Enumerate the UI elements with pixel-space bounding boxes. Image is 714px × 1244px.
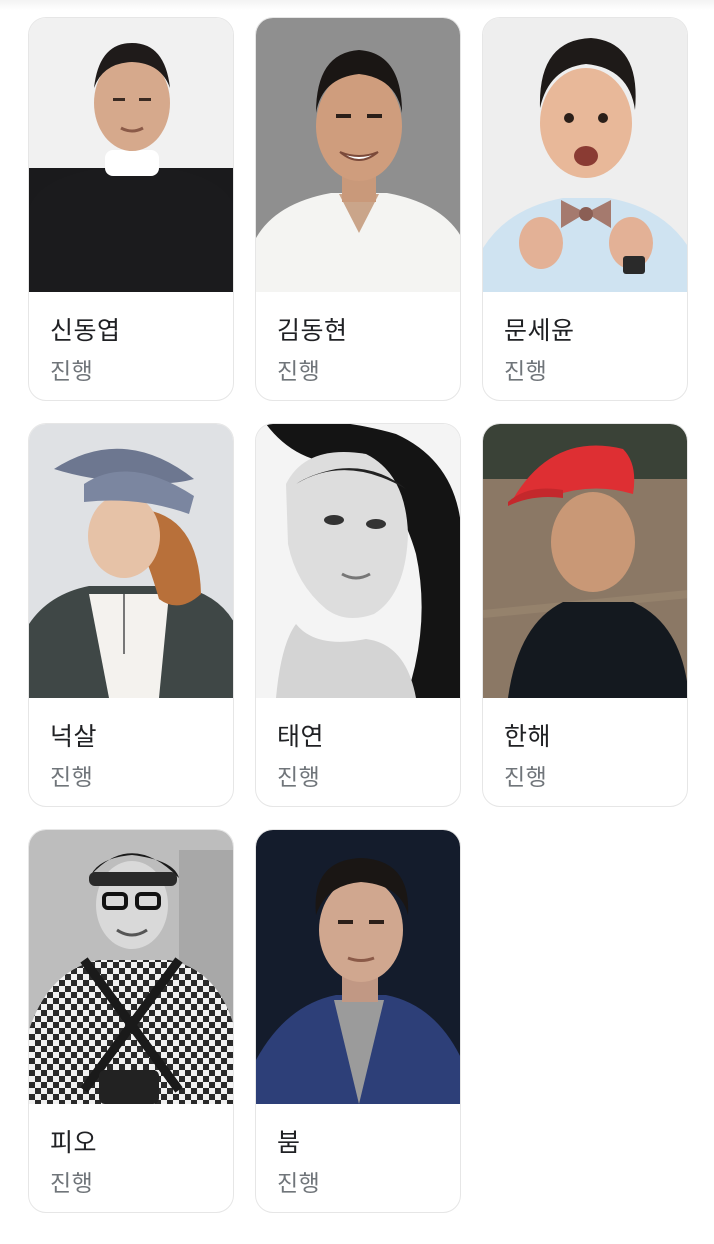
cast-card[interactable]: 신동엽 진행 <box>28 17 234 401</box>
cast-role: 진행 <box>50 359 94 385</box>
cast-name: 신동엽 <box>50 316 121 345</box>
cast-photo[interactable] <box>256 18 460 292</box>
cast-name: 붐 <box>277 1128 301 1157</box>
cast-role: 진행 <box>50 765 94 791</box>
top-divider <box>0 0 714 10</box>
cast-name: 넉살 <box>50 722 98 751</box>
cast-photo[interactable] <box>29 424 233 698</box>
cast-role: 진행 <box>504 765 548 791</box>
cast-name: 한해 <box>504 722 552 751</box>
cast-name: 김동현 <box>277 316 348 345</box>
cast-photo[interactable] <box>483 424 687 698</box>
cast-role: 진행 <box>277 359 321 385</box>
cast-card[interactable]: 피오 진행 <box>28 829 234 1213</box>
cast-card[interactable]: 넉살 진행 <box>28 423 234 807</box>
cast-card[interactable]: 태연 진행 <box>255 423 461 807</box>
cast-grid: 신동엽 진행 김동현 진행 문세윤 진행 넉살 진행 태연 진행 한해 진행 피… <box>28 17 688 1213</box>
cast-card[interactable]: 김동현 진행 <box>255 17 461 401</box>
cast-card[interactable]: 붐 진행 <box>255 829 461 1213</box>
cast-photo[interactable] <box>483 18 687 292</box>
cast-role: 진행 <box>504 359 548 385</box>
cast-role: 진행 <box>277 1171 321 1197</box>
cast-photo[interactable] <box>29 830 233 1104</box>
cast-name: 피오 <box>50 1128 98 1157</box>
cast-photo[interactable] <box>29 18 233 292</box>
cast-name: 태연 <box>277 722 325 751</box>
cast-name: 문세윤 <box>504 316 575 345</box>
cast-role: 진행 <box>277 765 321 791</box>
cast-photo[interactable] <box>256 830 460 1104</box>
cast-photo[interactable] <box>256 424 460 698</box>
cast-card[interactable]: 한해 진행 <box>482 423 688 807</box>
cast-card[interactable]: 문세윤 진행 <box>482 17 688 401</box>
cast-role: 진행 <box>50 1171 94 1197</box>
